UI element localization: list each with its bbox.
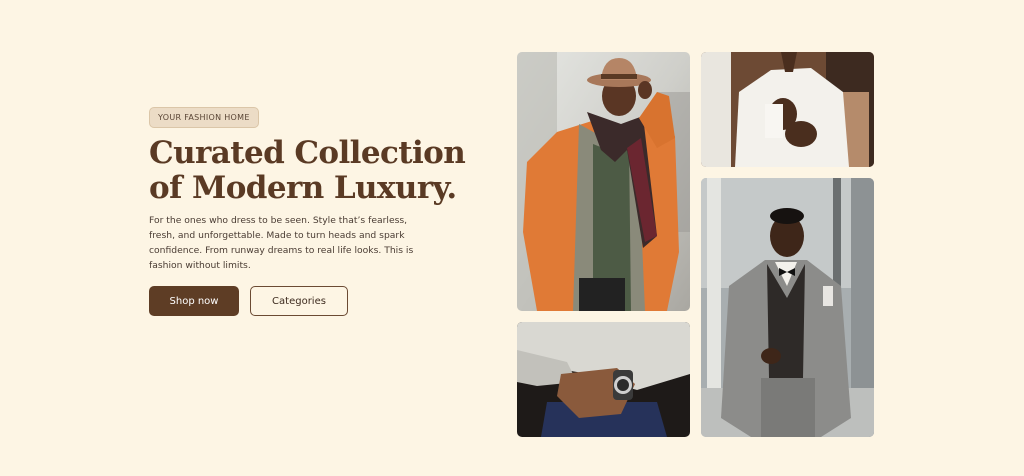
hero-text-block: YOUR FASHION HOME Curated Collection of … — [149, 105, 479, 273]
categories-button[interactable]: Categories — [250, 286, 348, 316]
photo-cufflinks — [701, 52, 874, 167]
photo-orange-coat-man — [517, 52, 690, 311]
hero-section: YOUR FASHION HOME Curated Collection of … — [0, 0, 1024, 476]
photo-grey-suit-man — [701, 178, 874, 437]
tagline-badge: YOUR FASHION HOME — [149, 107, 259, 128]
shop-now-button[interactable]: Shop now — [149, 286, 239, 316]
hero-buttons: Shop now Categories — [149, 286, 348, 316]
hero-description: For the ones who dress to be seen. Style… — [149, 215, 414, 271]
photo-wristwatch — [517, 322, 690, 437]
hero-title-line-1: Curated Collection — [149, 135, 466, 171]
hero-title: Curated Collection of Modern Luxury. — [149, 136, 479, 206]
hero-title-line-2: of Modern Luxury. — [149, 170, 457, 206]
